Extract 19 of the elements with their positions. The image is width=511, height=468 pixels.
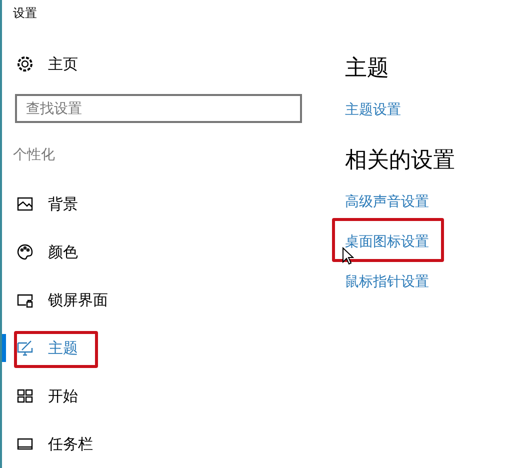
settings-link[interactable]: 鼠标指针设置 bbox=[345, 272, 429, 292]
settings-link[interactable]: 主题设置 bbox=[345, 100, 401, 120]
search-field[interactable]: 查找设置 bbox=[15, 94, 302, 123]
window-title: 设置 bbox=[12, 5, 38, 22]
nav-item[interactable]: 主题 bbox=[15, 331, 86, 365]
home-link[interactable]: 主页 bbox=[15, 52, 86, 76]
palette-icon bbox=[15, 242, 35, 262]
nav-item[interactable]: 任务栏 bbox=[15, 427, 101, 461]
page-heading: 主题 bbox=[345, 55, 389, 83]
settings-link[interactable]: 桌面图标设置 bbox=[345, 232, 429, 252]
nav-item[interactable]: 锁屏界面 bbox=[15, 283, 116, 317]
nav-item[interactable]: 背景 bbox=[15, 187, 86, 221]
gear-icon bbox=[15, 54, 35, 74]
nav-item[interactable]: 颜色 bbox=[15, 235, 86, 269]
section-heading: 个性化 bbox=[13, 146, 55, 165]
nav-item[interactable]: 开始 bbox=[15, 379, 86, 413]
brush-monitor-icon bbox=[15, 338, 35, 358]
section-heading: 相关的设置 bbox=[345, 147, 455, 175]
settings-link[interactable]: 高级声音设置 bbox=[345, 192, 429, 212]
